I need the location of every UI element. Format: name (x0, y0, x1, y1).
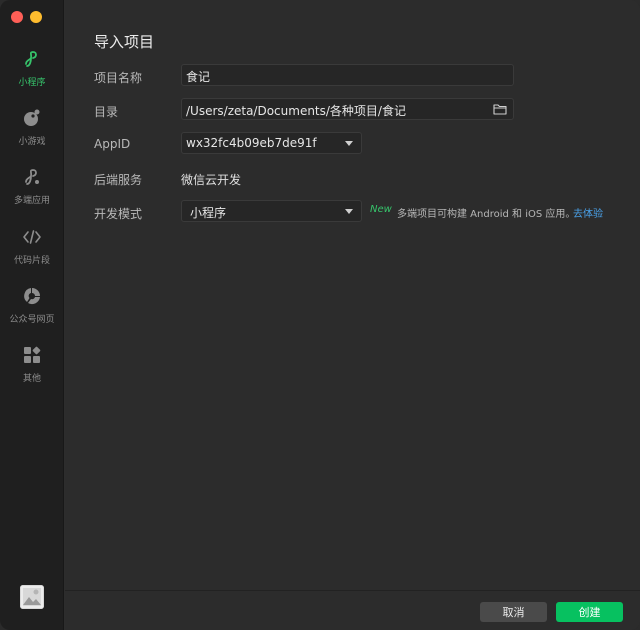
page-title: 导入项目 (94, 33, 155, 51)
dialog-footer: 取消 创建 (65, 590, 640, 630)
avatar[interactable] (20, 585, 44, 609)
project-name-value: 食记 (186, 70, 211, 84)
sidebar-item-label: 多端应用 (13, 196, 50, 206)
create-button[interactable]: 创建 (556, 602, 623, 622)
minimize-window-button[interactable] (30, 11, 42, 23)
multiplatform-icon (21, 166, 43, 188)
directory-value: /Users/zeta/Documents/各种项目/食记 (186, 104, 406, 118)
try-it-link[interactable]: 去体验 (573, 205, 603, 220)
project-name-input[interactable]: 食记 (181, 64, 514, 86)
code-snippet-icon (21, 226, 43, 248)
project-name-label: 项目名称 (94, 71, 143, 85)
directory-label: 目录 (94, 105, 119, 119)
sidebar-item-label: 公众号网页 (9, 315, 55, 325)
close-window-button[interactable] (11, 11, 23, 23)
chevron-down-icon (345, 209, 353, 214)
sidebar: 小程序 小游戏 多端应用 代码片段 公众号网页 其他 (0, 0, 64, 630)
dev-mode-value: 小程序 (190, 206, 227, 220)
folder-icon[interactable] (493, 102, 507, 119)
appid-select[interactable]: wx32fc4b09eb7de91f (181, 132, 362, 154)
sidebar-item-code-snippet[interactable]: 代码片段 (0, 226, 64, 276)
sidebar-item-official-account[interactable]: 公众号网页 (0, 285, 64, 335)
dev-mode-label: 开发模式 (94, 207, 143, 221)
main-panel: 导入项目 项目名称 食记 目录 /Users/zeta/Documents/各种… (65, 0, 640, 630)
sidebar-item-multiplatform[interactable]: 多端应用 (0, 166, 64, 216)
chevron-down-icon (345, 141, 353, 146)
sidebar-item-label: 小程序 (18, 78, 46, 88)
sidebar-item-other[interactable]: 其他 (0, 344, 64, 394)
appid-label: AppID (94, 137, 131, 151)
sidebar-item-label: 其他 (22, 374, 41, 384)
new-badge: New (370, 204, 392, 215)
sidebar-item-miniprogram[interactable]: 小程序 (0, 48, 64, 98)
official-account-icon (21, 285, 43, 307)
sidebar-item-label: 代码片段 (13, 256, 50, 266)
backend-label: 后端服务 (94, 173, 143, 187)
backend-value: 微信云开发 (181, 173, 242, 187)
directory-input[interactable]: /Users/zeta/Documents/各种项目/食记 (181, 98, 514, 120)
cancel-button[interactable]: 取消 (480, 602, 547, 622)
sidebar-item-label: 小游戏 (18, 137, 46, 147)
dev-mode-select[interactable]: 小程序 (181, 200, 362, 222)
appid-value: wx32fc4b09eb7de91f (186, 136, 317, 150)
import-project-window: 小程序 小游戏 多端应用 代码片段 公众号网页 其他 导入项目 项目名称 食记 … (0, 0, 640, 630)
dev-mode-hint: 多端项目可构建 Android 和 iOS 应用。 (397, 209, 576, 220)
minigame-icon (21, 107, 43, 129)
other-grid-icon (21, 344, 43, 366)
miniprogram-icon (21, 48, 43, 70)
sidebar-item-minigame[interactable]: 小游戏 (0, 107, 64, 157)
window-controls (11, 11, 42, 23)
